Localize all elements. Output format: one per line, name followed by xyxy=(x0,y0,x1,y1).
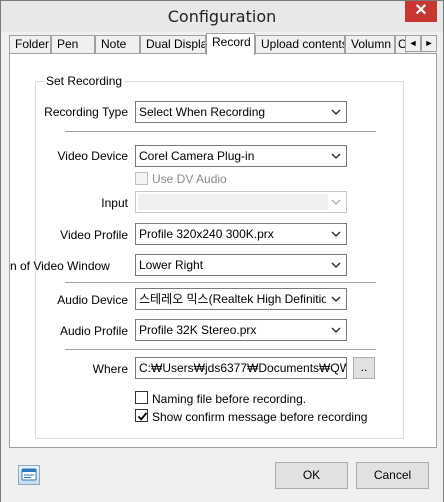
audio-profile-value: Profile 32K Stereo.prx xyxy=(139,323,257,337)
where-path-input[interactable]: C:₩Users₩jds6377₩Documents₩QWrite xyxy=(135,357,347,379)
video-profile-value: Profile 320x240 300K.prx xyxy=(139,227,274,241)
checkmark-icon xyxy=(137,412,148,421)
video-window-position-value: Lower Right xyxy=(139,258,204,272)
video-device-value: Corel Camera Plug-in xyxy=(139,149,255,163)
recording-type-select[interactable]: Select When Recording xyxy=(135,101,347,123)
title-bar[interactable]: Configuration ✕ xyxy=(1,1,443,32)
audio-device-value: 스테레오 믹스(Realtek High Definition A xyxy=(139,292,326,306)
tab-folder[interactable]: Folder xyxy=(9,35,51,54)
browse-button[interactable]: .. xyxy=(353,357,375,379)
audio-device-label: Audio Device xyxy=(57,293,128,307)
chevron-down-icon xyxy=(331,109,341,116)
tab-dual-display[interactable]: Dual Display xyxy=(140,35,206,54)
separator xyxy=(65,131,376,133)
input-disabled-fill xyxy=(138,194,328,210)
input-select[interactable] xyxy=(135,191,347,213)
tab-note[interactable]: Note xyxy=(95,35,140,54)
recording-type-label: Recording Type xyxy=(44,105,128,119)
tab-upload-contents[interactable]: Upload contents xyxy=(255,35,345,54)
tab-strip: Folder Pen Note Dual Display Record Uplo… xyxy=(9,33,437,55)
close-button[interactable]: ✕ xyxy=(405,1,437,22)
naming-file-label: Naming file before recording. xyxy=(152,392,307,406)
chevron-down-icon xyxy=(331,296,341,303)
tab-record[interactable]: Record xyxy=(206,33,255,55)
video-profile-label: Video Profile xyxy=(60,228,128,242)
separator xyxy=(65,282,376,284)
show-confirm-checkbox[interactable] xyxy=(135,409,148,422)
help-screen-icon xyxy=(21,468,37,481)
separator xyxy=(65,349,376,351)
tab-pen[interactable]: Pen xyxy=(51,35,95,54)
audio-profile-select[interactable]: Profile 32K Stereo.prx xyxy=(135,319,347,341)
video-window-position-select[interactable]: Lower Right xyxy=(135,254,347,276)
tab-scroll-left-icon[interactable]: ◄ xyxy=(405,35,421,52)
ok-button[interactable]: OK xyxy=(275,462,348,489)
tab-scroll-right-icon[interactable]: ► xyxy=(421,35,437,52)
audio-profile-label: Audio Profile xyxy=(59,324,128,338)
chevron-down-icon xyxy=(331,231,341,238)
chevron-down-icon xyxy=(331,153,341,160)
cancel-button[interactable]: Cancel xyxy=(356,462,429,489)
recording-type-value: Select When Recording xyxy=(139,105,266,119)
chevron-down-icon xyxy=(331,262,341,269)
use-dv-audio-label: Use DV Audio xyxy=(152,172,227,186)
naming-file-checkbox[interactable] xyxy=(135,391,148,404)
chevron-down-icon xyxy=(331,327,341,334)
chevron-down-icon xyxy=(331,199,341,206)
video-device-label: Video Device xyxy=(57,149,129,163)
group-title: Set Recording xyxy=(44,74,125,88)
input-label: Input xyxy=(101,196,128,210)
window-title: Configuration xyxy=(167,7,277,26)
close-icon: ✕ xyxy=(414,2,428,19)
tab-volumn[interactable]: Volumn xyxy=(345,35,395,54)
video-window-position-label: n of Video Window xyxy=(10,259,110,273)
where-label: Where xyxy=(92,362,128,376)
show-confirm-label: Show confirm message before recording xyxy=(152,410,368,424)
use-dv-audio-checkbox[interactable] xyxy=(135,172,148,185)
video-device-select[interactable]: Corel Camera Plug-in xyxy=(135,145,347,167)
video-profile-select[interactable]: Profile 320x240 300K.prx xyxy=(135,223,347,245)
audio-device-select[interactable]: 스테레오 믹스(Realtek High Definition A xyxy=(135,288,347,310)
configuration-dialog: Configuration ✕ Folder Pen Note Dual Dis… xyxy=(0,0,444,502)
help-screen-button[interactable] xyxy=(18,465,40,485)
